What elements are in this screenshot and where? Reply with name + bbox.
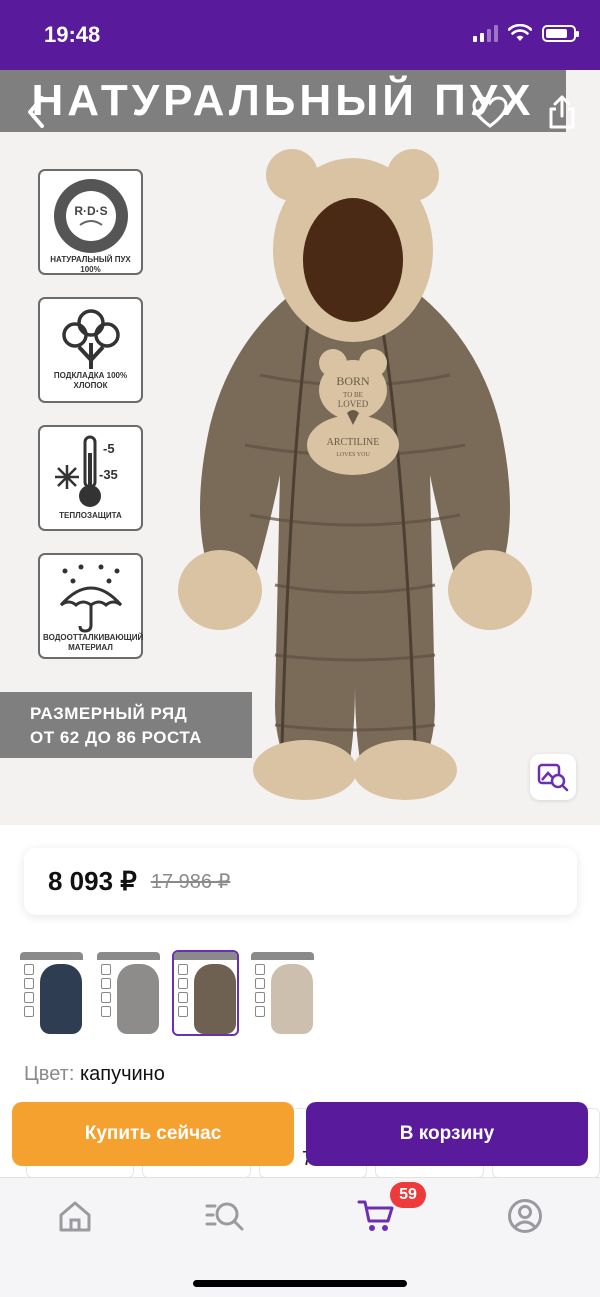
rds-certified-icon: R·D·S [53,179,128,253]
svg-text:TO BE: TO BE [343,391,363,399]
tab-home[interactable] [55,1196,95,1236]
cotton-flower-icon [61,309,120,369]
tab-bar: 59 [0,1177,600,1297]
variant-swatch [271,964,313,1034]
svg-text:-35: -35 [99,467,118,482]
image-title-text: НАТУРАЛЬНЫЙ ПУХ [31,76,535,125]
battery-icon [542,24,579,42]
svg-text:LOVED: LOVED [338,399,369,409]
catalog-search-icon [205,1202,244,1231]
svg-text:BORN: BORN [336,374,370,388]
home-icon [59,1201,91,1232]
price-current: 8 093 ₽ [48,866,137,896]
status-icons [473,24,579,42]
product-image[interactable]: НАТУРАЛЬНЫЙ ПУХ R·D·S НАТУРАЛЬНЫЙ ПУХ 10… [0,70,600,825]
color-value: капучино [79,1063,165,1085]
feature-badge-cotton: ПОДКЛАДКА 100% ХЛОПОК [38,297,143,403]
share-button[interactable] [542,90,582,134]
variant-thumbnail[interactable] [172,950,239,1036]
thermometer-snowflake-icon: -5 -35 [54,435,118,507]
buy-now-button[interactable]: Купить сейчас [12,1102,294,1166]
profile-icon [508,1199,542,1233]
color-variants [18,950,316,1036]
favorite-button[interactable] [470,90,510,134]
svg-text:ARCTILINE: ARCTILINE [327,437,380,448]
feature-badge-waterproof: ВОДООТТАЛКИВАЮЩИЙ МАТЕРИАЛ [38,553,143,659]
feature-badge-down: R·D·S НАТУРАЛЬНЫЙ ПУХ 100% [38,169,143,275]
variant-thumbnail[interactable] [95,950,162,1036]
size-banner-line2: ОТ 62 ДО 86 РОСТА [30,728,202,747]
umbrella-rain-icon [59,564,122,633]
back-button[interactable] [16,90,56,134]
cellular-signal-icon [473,24,498,42]
status-bar: 19:48 [0,0,600,70]
tab-profile[interactable] [505,1196,545,1236]
price-old: 17 986 ₽ [150,871,231,893]
size-range-banner: РАЗМЕРНЫЙ РЯД ОТ 62 ДО 86 РОСТА [0,692,252,758]
variant-swatch [194,964,236,1034]
status-time: 19:48 [44,22,101,47]
home-indicator [193,1280,407,1287]
cart-count-badge: 59 [390,1182,426,1208]
chevron-left-icon [28,96,44,128]
svg-text:LOVES YOU: LOVES YOU [336,452,370,458]
variant-thumbnail[interactable] [249,950,316,1036]
variant-thumbnail[interactable] [18,950,85,1036]
size-banner-line1: РАЗМЕРНЫЙ РЯД [30,704,188,723]
variant-swatch [40,964,82,1034]
visual-search-button[interactable] [530,754,576,800]
price-card: 8 093 ₽ 17 986 ₽ [24,848,577,915]
variant-swatch [117,964,159,1034]
color-label: Цвет: [24,1063,75,1085]
svg-text:-5: -5 [103,441,115,456]
product-screen: 19:48 НАТУРАЛЬНЫЙ ПУХ R·D·S НАТУРАЛЬНЫЙ … [0,0,600,1297]
color-row: Цвет: капучино [24,1063,165,1086]
heart-icon [472,96,508,128]
cart-icon [357,1200,394,1231]
add-to-cart-button[interactable]: В корзину [306,1102,588,1166]
tab-cart[interactable] [356,1196,396,1236]
feature-caption: ТЕПЛОЗАЩИТА [59,511,122,520]
feature-badge-thermal: -5 -35 ТЕПЛОЗАЩИТА [38,425,143,531]
share-icon [549,95,575,129]
wifi-icon [508,24,532,41]
feature-caption: НАТУРАЛЬНЫЙ ПУХ 100% [50,255,131,274]
svg-text:R·D·S: R·D·S [74,204,107,218]
image-search-icon [537,763,569,792]
tab-catalog[interactable] [205,1196,245,1236]
feature-caption: ПОДКЛАДКА 100% ХЛОПОК [53,371,128,390]
feature-caption: ВОДООТТАЛКИВАЮЩИЙ МАТЕРИАЛ [43,633,144,652]
